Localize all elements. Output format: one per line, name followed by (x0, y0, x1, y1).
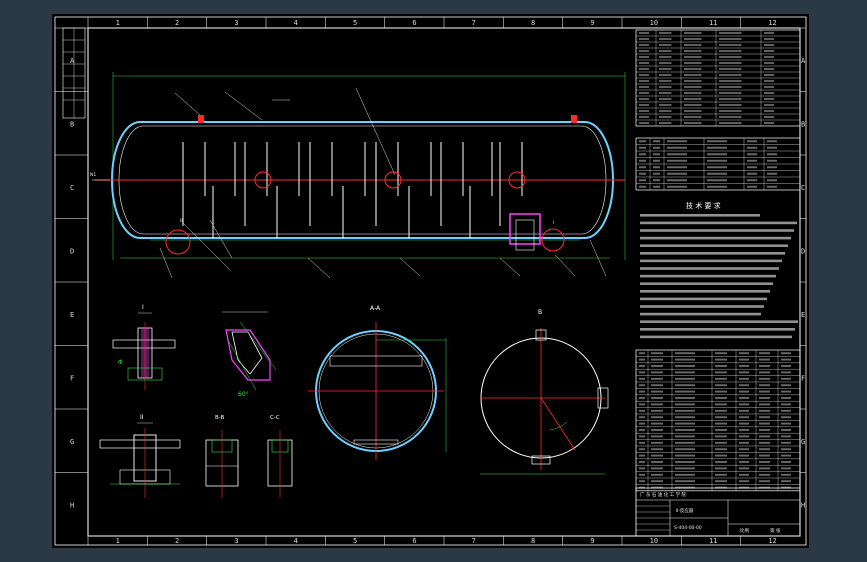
zone-column-number: 8 (531, 537, 535, 545)
zone-column-number: 12 (768, 537, 776, 545)
detail-i-title: I (142, 304, 144, 311)
zone-column-number: 9 (590, 19, 594, 27)
section-cc-title: C-C (270, 415, 280, 421)
cad-viewport[interactable]: 1 2 3 4 5 6 7 8 9 10 11 12 1 2 3 4 5 6 7 8 9 10 11 12 A B C D E F G H A B… (0, 0, 867, 562)
zone-row-letter: D (70, 247, 74, 255)
drawing-number: S-404-00-00 (674, 525, 702, 531)
zone-column-number: 11 (709, 19, 717, 27)
detail-callout-2: II (180, 218, 183, 224)
zone-row-letter: E (801, 311, 805, 319)
svg-text:Φ: Φ (118, 359, 123, 366)
zone-column-number: 10 (650, 19, 658, 27)
zone-column-number: 6 (412, 19, 416, 27)
scale-label: 比例 (740, 527, 749, 534)
section-bb-title: B-B (215, 415, 225, 421)
zone-column-number: 3 (234, 19, 238, 27)
company-name: 广 东 石 油 化 工 学 院 (640, 491, 687, 498)
zone-row-letter: D (801, 247, 805, 255)
zone-column-number: 4 (294, 537, 298, 545)
detail-callout-1: I (553, 220, 554, 226)
svg-text:60°: 60° (238, 391, 249, 398)
zone-row-letter: G (801, 438, 805, 446)
zone-column-number: 5 (353, 537, 357, 545)
engineering-drawing-sheet: 1 2 3 4 5 6 7 8 9 10 11 121 2 3 4 5 6 7 8 9 10 11 12ABCDEFGHAB… (52, 14, 809, 548)
zone-column-number: 1 (116, 537, 120, 545)
zone-column-number: 6 (412, 537, 416, 545)
zone-column-number: 2 (175, 537, 179, 545)
section-aa-title: A-A (370, 305, 381, 312)
zone-column-number: 12 (768, 19, 776, 27)
zone-column-number: 7 (472, 537, 476, 545)
zone-column-number: 5 (353, 19, 357, 27)
zone-row-letter: F (801, 374, 805, 382)
end-view-title: B (538, 309, 542, 316)
svg-text:N1: N1 (90, 172, 96, 178)
zone-column-number: 10 (650, 537, 658, 545)
product-name: Ⅱ-反应器 (676, 507, 694, 514)
detail-ii-title: II (140, 414, 144, 421)
zone-row-letter: C (70, 184, 74, 192)
zone-column-number: 3 (234, 537, 238, 545)
zone-row-letter: H (70, 501, 74, 509)
zone-row-letter: F (70, 374, 74, 382)
zone-row-letter: B (801, 120, 805, 128)
drawing-paper (52, 14, 809, 548)
zone-column-number: 8 (531, 19, 535, 27)
zone-column-number: 11 (709, 537, 717, 545)
zone-column-number: 1 (116, 19, 120, 27)
zone-column-number: 4 (294, 19, 298, 27)
zone-row-letter: G (70, 438, 74, 446)
zone-row-letter: H (801, 501, 805, 509)
tech-requirements-title: 技 术 要 求 (686, 201, 721, 210)
zone-row-letter: E (70, 311, 74, 319)
zone-row-letter: C (801, 184, 805, 192)
zone-column-number: 9 (590, 537, 594, 545)
zone-column-number: 7 (472, 19, 476, 27)
zone-row-letter: B (70, 120, 74, 128)
sheet-label: 第 张 (770, 527, 781, 534)
zone-column-number: 2 (175, 19, 179, 27)
